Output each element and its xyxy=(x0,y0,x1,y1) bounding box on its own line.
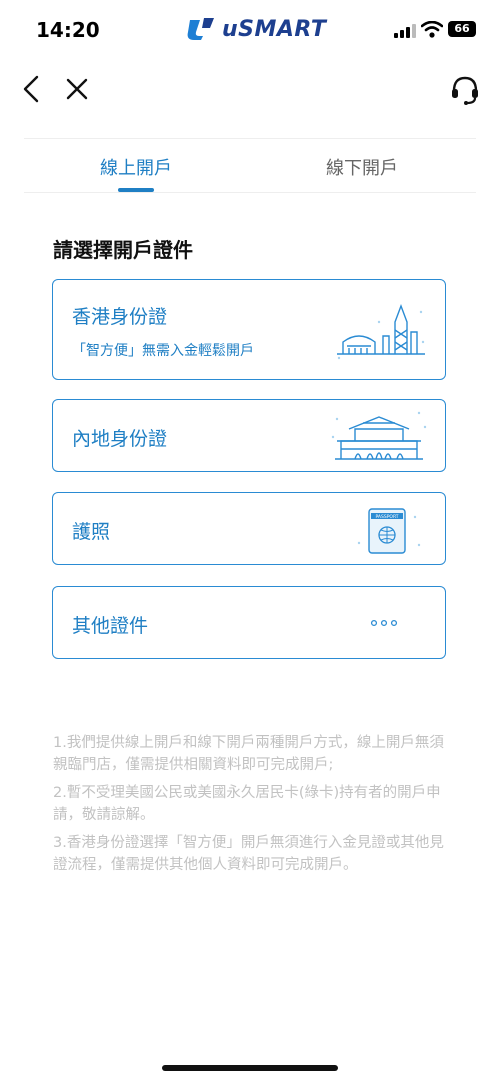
close-icon[interactable] xyxy=(64,74,90,104)
divider xyxy=(24,138,476,139)
card-subtitle: 「智方便」無需入金輕鬆開戶 xyxy=(72,343,254,359)
note-item: 3.香港身份證選擇「智方便」開戶無須進行入金見證或其他見證流程，僅需提供其他個人… xyxy=(53,835,444,873)
logo-text: uSMART xyxy=(222,16,327,42)
more-dots-icon xyxy=(370,619,398,627)
passport-icon: PASSPORT xyxy=(357,508,421,554)
wifi-icon xyxy=(421,21,443,38)
card-title: 其他證件 xyxy=(72,615,149,637)
tab-online-account[interactable]: 線上開戶 xyxy=(100,154,172,180)
other-documents-option[interactable]: 其他證件 xyxy=(52,586,446,659)
note-item: 2.暫不受理美國公民或美國永久居民卡(綠卡)持有者的開戶申請，敬請諒解。 xyxy=(53,785,441,823)
status-bar: 14:20 uSMART 66 xyxy=(0,0,500,60)
usmart-logo-icon xyxy=(187,18,214,40)
passport-option[interactable]: 護照 PASSPORT xyxy=(52,492,446,565)
hong-kong-skyline-icon xyxy=(337,304,425,360)
card-title: 香港身份證 xyxy=(72,306,168,328)
note-item: 1.我們提供線上開戶和線下開戶兩種開戶方式，線上開戶無須親臨門店，僅需提供相關資… xyxy=(53,735,444,773)
account-opening-notes: 1.我們提供線上開戶和線下開戶兩種開戶方式，線上開戶無須親臨門店，僅需提供相關資… xyxy=(53,732,453,882)
app-logo: uSMART xyxy=(186,16,326,42)
battery-indicator: 66 xyxy=(448,21,476,37)
nav-bar xyxy=(0,62,500,118)
mainland-id-card-option[interactable]: 內地身份證 xyxy=(52,399,446,472)
card-title: 護照 xyxy=(72,521,111,543)
divider xyxy=(24,192,476,193)
svg-text:PASSPORT: PASSPORT xyxy=(375,514,398,520)
tab-offline-account[interactable]: 線下開戶 xyxy=(326,154,398,180)
customer-support-headset-icon[interactable] xyxy=(449,73,481,107)
section-title: 請選擇開戶證件 xyxy=(53,238,193,262)
status-time: 14:20 xyxy=(36,18,100,42)
home-indicator[interactable] xyxy=(162,1065,338,1071)
tiananmen-gate-icon xyxy=(331,411,427,460)
hk-id-card-option[interactable]: 香港身份證 「智方便」無需入金輕鬆開戶 xyxy=(52,279,446,380)
account-type-tabs: 線上開戶 線下開戶 xyxy=(0,140,500,192)
card-title: 內地身份證 xyxy=(72,428,168,450)
cellular-signal-icon xyxy=(394,24,416,38)
back-arrow-icon[interactable] xyxy=(20,74,46,104)
